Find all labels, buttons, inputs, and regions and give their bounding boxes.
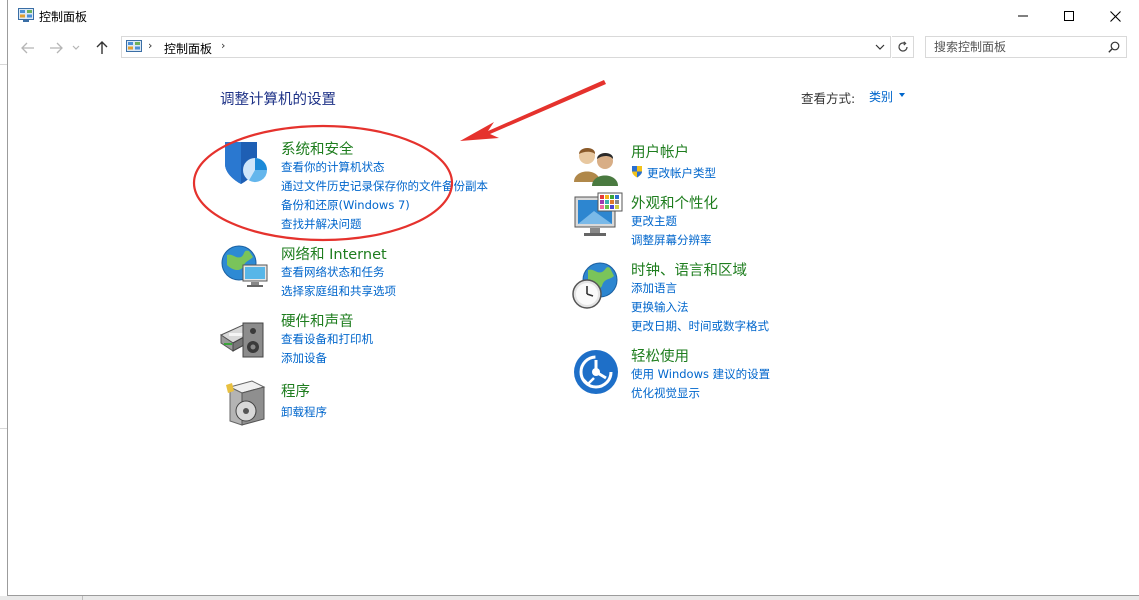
address-dropdown-icon[interactable]	[874, 41, 886, 53]
arrow-left-icon	[21, 42, 34, 54]
users-icon[interactable]	[572, 142, 624, 194]
category-system-security[interactable]: 系统和安全	[281, 138, 354, 159]
window-title: 控制面板	[39, 10, 88, 24]
category-programs[interactable]: 程序	[281, 380, 310, 401]
link-file-history-backup[interactable]: 通过文件历史记录保存你的文件备份副本	[281, 178, 488, 194]
link-backup-restore[interactable]: 备份和还原(Windows 7)	[281, 197, 410, 213]
page-title: 调整计算机的设置	[220, 92, 336, 108]
minimize-button[interactable]	[1000, 0, 1046, 32]
link-change-input-method[interactable]: 更换输入法	[631, 299, 689, 315]
link-devices-printers[interactable]: 查看设备和打印机	[281, 331, 373, 347]
programs-disc-icon[interactable]	[224, 377, 276, 429]
chevron-down-icon	[72, 45, 80, 50]
category-hardware-sound[interactable]: 硬件和声音	[281, 310, 354, 331]
forward-button[interactable]	[46, 38, 66, 58]
view-by-label: 查看方式:	[801, 91, 856, 106]
globe-clock-icon[interactable]	[570, 260, 622, 312]
network-globe-icon[interactable]	[219, 243, 271, 295]
link-troubleshoot[interactable]: 查找并解决问题	[281, 216, 362, 232]
link-change-account-type[interactable]: 更改帐户类型	[647, 165, 716, 181]
category-user-accounts[interactable]: 用户帐户	[631, 141, 689, 162]
recent-locations-button[interactable]	[70, 38, 82, 58]
address-bar[interactable]: › 控制面板 ›	[121, 36, 891, 58]
title-bar: 控制面板	[8, 0, 1139, 32]
view-by-dropdown[interactable]: 类别	[869, 88, 893, 105]
search-input[interactable]	[926, 37, 1110, 57]
category-network-internet[interactable]: 网络和 Internet	[281, 243, 387, 264]
refresh-button[interactable]	[892, 36, 914, 58]
caret-down-icon[interactable]	[899, 93, 905, 97]
breadcrumb-control-panel[interactable]: 控制面板	[164, 40, 212, 57]
arrow-up-icon	[96, 41, 108, 54]
control-panel-app-icon	[18, 8, 34, 22]
ease-of-access-icon[interactable]	[572, 348, 624, 400]
link-date-time-format[interactable]: 更改日期、时间或数字格式	[631, 318, 769, 334]
category-ease-of-access[interactable]: 轻松使用	[631, 345, 689, 366]
control-panel-location-icon	[126, 40, 142, 52]
link-recommended-settings[interactable]: 使用 Windows 建议的设置	[631, 366, 770, 382]
search-box[interactable]	[925, 36, 1127, 58]
maximize-icon	[1064, 11, 1074, 21]
link-view-computer-status[interactable]: 查看你的计算机状态	[281, 159, 385, 175]
close-icon	[1109, 10, 1121, 22]
arrow-right-icon	[50, 42, 63, 54]
link-change-theme[interactable]: 更改主题	[631, 213, 677, 229]
link-optimize-visual-display[interactable]: 优化视觉显示	[631, 385, 700, 401]
search-icon[interactable]	[1108, 41, 1120, 53]
link-add-language[interactable]: 添加语言	[631, 280, 677, 296]
link-screen-resolution[interactable]: 调整屏幕分辨率	[631, 232, 712, 248]
category-clock-language-region[interactable]: 时钟、语言和区域	[631, 259, 747, 280]
close-button[interactable]	[1092, 0, 1138, 32]
link-add-device[interactable]: 添加设备	[281, 350, 327, 366]
printer-speaker-icon[interactable]	[219, 309, 271, 361]
link-network-status[interactable]: 查看网络状态和任务	[281, 264, 385, 280]
back-button[interactable]	[18, 38, 38, 58]
link-uninstall-program[interactable]: 卸载程序	[281, 404, 327, 420]
link-homegroup-sharing[interactable]: 选择家庭组和共享选项	[281, 283, 396, 299]
category-appearance-personalization[interactable]: 外观和个性化	[631, 192, 718, 213]
shield-icon[interactable]	[219, 138, 271, 190]
refresh-icon	[897, 41, 908, 52]
minimize-icon	[1018, 15, 1028, 17]
up-button[interactable]	[92, 38, 112, 58]
uac-shield-icon	[632, 166, 642, 178]
breadcrumb-chevron-icon[interactable]: ›	[221, 39, 225, 52]
monitor-palette-icon[interactable]	[572, 191, 624, 243]
maximize-button[interactable]	[1046, 0, 1092, 32]
breadcrumb-separator-icon[interactable]: ›	[148, 39, 152, 52]
